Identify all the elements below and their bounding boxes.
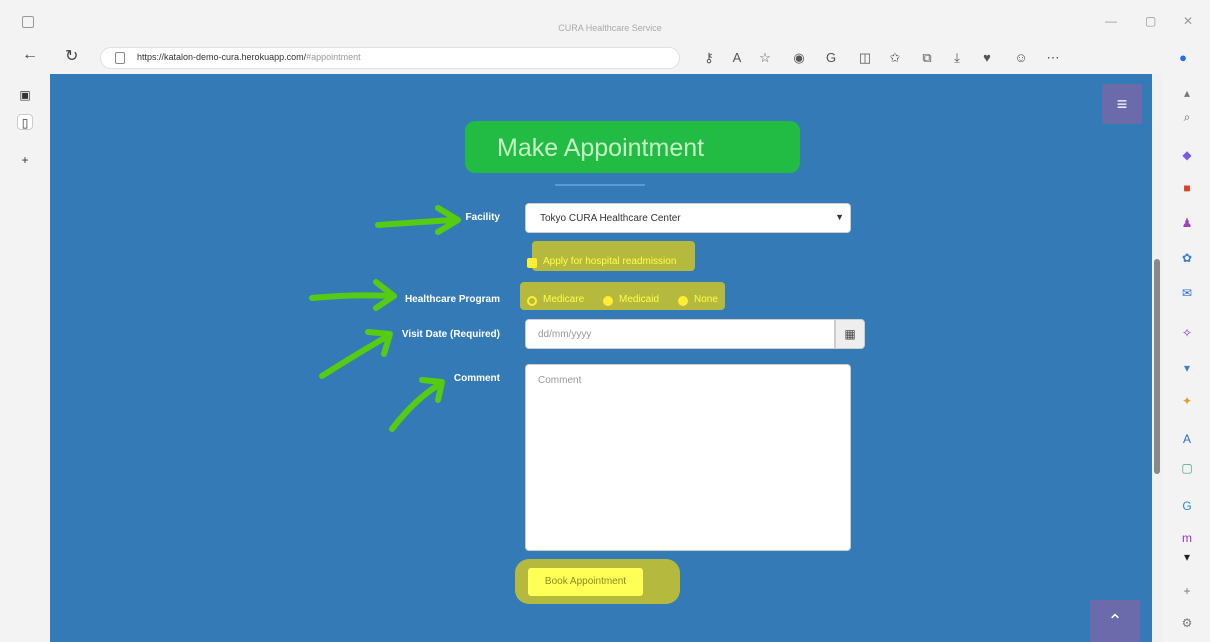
comment-placeholder: Comment: [538, 375, 582, 386]
appointment-page: ≡ Make Appointment Facility Tokyo CURA H…: [50, 74, 1152, 642]
sidebar-dropdown-icon[interactable]: ▾: [1178, 548, 1196, 566]
medicare-label: Medicare: [543, 294, 585, 305]
visit-date-placeholder: dd/mm/yyyy: [538, 329, 592, 340]
browser-toolbar: ← ↻ https://katalon-demo-cura.herokuapp.…: [0, 44, 1210, 74]
hamburger-icon: ≡: [1116, 94, 1128, 114]
title-divider: [555, 184, 645, 186]
refresh-icon[interactable]: ↻: [65, 46, 78, 66]
more-icon[interactable]: ⋯: [1044, 49, 1062, 67]
split-screen-icon[interactable]: ◫: [856, 49, 874, 67]
scroll-to-top-button[interactable]: ⌃: [1090, 600, 1140, 642]
sidebar-extension-icon[interactable]: ✦: [1178, 392, 1196, 410]
comment-textarea[interactable]: Comment: [525, 364, 851, 551]
downloads-icon[interactable]: ⤓: [948, 49, 966, 67]
sidebar-a-icon[interactable]: A: [1178, 430, 1196, 448]
sidebar-square-icon[interactable]: ▢: [1178, 459, 1196, 477]
none-label: None: [694, 294, 718, 305]
sidebar-g-icon[interactable]: G: [1178, 497, 1196, 515]
readmission-checkbox[interactable]: [527, 258, 537, 268]
sidebar-outlook-icon[interactable]: ✉: [1178, 284, 1196, 302]
active-tab-icon[interactable]: ▯: [17, 114, 33, 130]
url-hash: #appointment: [306, 52, 361, 62]
chevron-down-icon: ▼: [835, 212, 844, 222]
comment-arrow: [389, 381, 443, 432]
minimize-button[interactable]: —: [1105, 14, 1117, 28]
facility-value: Tokyo CURA Healthcare Center: [540, 213, 681, 224]
key-icon[interactable]: ⚷: [700, 49, 718, 67]
collections-icon[interactable]: ⧉: [918, 49, 936, 67]
visit-date-arrow: [319, 333, 391, 379]
page-scrollbar[interactable]: [1152, 74, 1162, 642]
sidebar-up-icon[interactable]: ▴: [1178, 84, 1196, 102]
book-appointment-button[interactable]: Book Appointment: [528, 568, 643, 596]
edge-sidebar: ▴ ⌕ ◆ ■ ♟ ✿ ✉ ✧ ▾ ✦ A ▢ G m ▾ + ⚙: [1166, 74, 1210, 642]
readmission-label: Apply for hospital readmission: [543, 256, 677, 267]
page-info-icon[interactable]: [115, 52, 125, 64]
sidebar-shopping-icon[interactable]: ◆: [1178, 146, 1196, 164]
radio-none[interactable]: [678, 296, 688, 306]
program-label: Healthcare Program: [404, 294, 500, 305]
calendar-icon: ▦: [844, 327, 856, 341]
title-bar: CURA Healthcare Service — ▢ ✕: [0, 0, 1210, 44]
facility-select[interactable]: Tokyo CURA Healthcare Center ▼: [525, 203, 851, 233]
chevron-up-icon: ⌃: [1107, 611, 1123, 631]
scrollbar-thumb[interactable]: [1154, 259, 1160, 474]
sidebar-drop-icon[interactable]: ▾: [1178, 359, 1196, 377]
menu-toggle-button[interactable]: ≡: [1102, 84, 1142, 124]
tab-actions-icon[interactable]: ▣: [17, 87, 33, 103]
favorites-icon[interactable]: ✩: [886, 49, 904, 67]
url-main: https://katalon-demo-cura.herokuapp.com/: [137, 52, 307, 62]
profile-icon[interactable]: ☺: [1012, 49, 1030, 67]
facility-label: Facility: [465, 212, 500, 223]
sidebar-m-icon[interactable]: m: [1178, 529, 1196, 547]
extension-g-icon[interactable]: G: [822, 49, 840, 67]
medicaid-label: Medicaid: [619, 294, 660, 305]
window-title: CURA Healthcare Service: [558, 23, 662, 33]
visit-date-input[interactable]: dd/mm/yyyy: [525, 319, 835, 349]
radio-medicaid[interactable]: [603, 296, 613, 306]
extension-circle-icon[interactable]: ◉: [790, 49, 808, 67]
back-icon[interactable]: ←: [22, 46, 38, 64]
visit-date-label: Visit Date (Required): [401, 329, 500, 340]
sidebar-add-icon[interactable]: +: [1178, 582, 1196, 600]
browser-window: CURA Healthcare Service — ▢ ✕ ← ↻ https:…: [0, 0, 1210, 642]
comment-label: Comment: [453, 373, 500, 384]
heart-extension-icon[interactable]: ♥: [978, 49, 996, 67]
sidebar-search-icon[interactable]: ⌕: [1178, 108, 1196, 126]
address-bar[interactable]: https://katalon-demo-cura.herokuapp.com/…: [100, 47, 680, 69]
vertical-tabs-bar: ▣ ▯ +: [0, 74, 50, 642]
new-tab-icon[interactable]: +: [17, 152, 33, 168]
favorite-star-icon[interactable]: ☆: [756, 49, 774, 67]
restore-button[interactable]: ▢: [1145, 14, 1156, 28]
sidebar-settings-icon[interactable]: ⚙: [1178, 614, 1196, 632]
sidebar-designer-icon[interactable]: ✧: [1178, 324, 1196, 342]
radio-medicare[interactable]: [527, 296, 537, 306]
read-aloud-icon[interactable]: A: [728, 49, 746, 67]
browser-app-icon: [22, 16, 34, 28]
page-title: Make Appointment: [497, 134, 705, 162]
url-text: https://katalon-demo-cura.herokuapp.com/…: [137, 52, 361, 62]
sidebar-games-icon[interactable]: ♟: [1178, 214, 1196, 232]
calendar-button[interactable]: ▦: [835, 319, 865, 349]
sidebar-office-icon[interactable]: ✿: [1178, 249, 1196, 267]
sidebar-tools-icon[interactable]: ■: [1178, 179, 1196, 197]
copilot-icon[interactable]: ●: [1174, 49, 1192, 67]
close-button[interactable]: ✕: [1183, 14, 1193, 28]
